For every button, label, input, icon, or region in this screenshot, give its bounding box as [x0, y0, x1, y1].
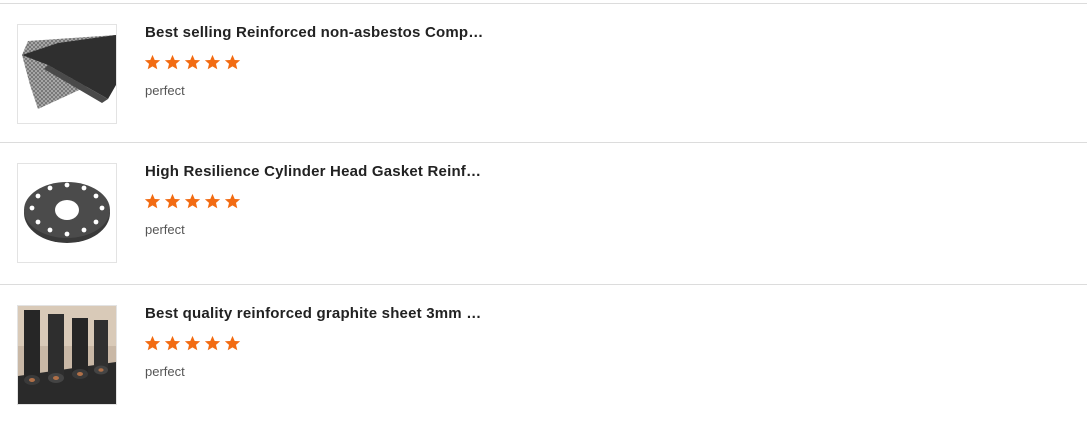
- star-icon: [144, 54, 161, 70]
- product-title[interactable]: Best selling Reinforced non-asbestos Com…: [145, 24, 490, 41]
- product-title[interactable]: Best quality reinforced graphite sheet 3…: [145, 305, 490, 322]
- gasket-sheet-image: [18, 25, 116, 123]
- product-thumbnail[interactable]: [17, 305, 117, 405]
- star-icon: [224, 335, 241, 351]
- star-icon: [184, 54, 201, 70]
- star-icon: [224, 193, 241, 209]
- star-icon: [164, 335, 181, 351]
- list-item: Best selling Reinforced non-asbestos Com…: [0, 3, 1087, 145]
- star-icon: [184, 193, 201, 209]
- star-icon: [224, 54, 241, 70]
- star-icon: [164, 193, 181, 209]
- product-thumbnail[interactable]: [17, 163, 117, 263]
- list-item: Best quality reinforced graphite sheet 3…: [0, 284, 1087, 426]
- star-icon: [164, 54, 181, 70]
- star-rating: [144, 54, 241, 74]
- graphite-rolls-image: [18, 306, 116, 404]
- list-item: High Resilience Cylinder Head Gasket Rei…: [0, 142, 1087, 284]
- review-text: perfect: [145, 364, 185, 379]
- flange-gasket-image: [18, 164, 116, 262]
- product-title[interactable]: High Resilience Cylinder Head Gasket Rei…: [145, 163, 490, 180]
- star-icon: [204, 54, 221, 70]
- star-icon: [204, 193, 221, 209]
- star-icon: [144, 193, 161, 209]
- review-text: perfect: [145, 222, 185, 237]
- star-icon: [144, 335, 161, 351]
- product-thumbnail[interactable]: [17, 24, 117, 124]
- star-rating: [144, 193, 241, 213]
- review-list: Best selling Reinforced non-asbestos Com…: [0, 0, 1087, 426]
- star-rating: [144, 335, 241, 355]
- star-icon: [184, 335, 201, 351]
- star-icon: [204, 335, 221, 351]
- review-text: perfect: [145, 83, 185, 98]
